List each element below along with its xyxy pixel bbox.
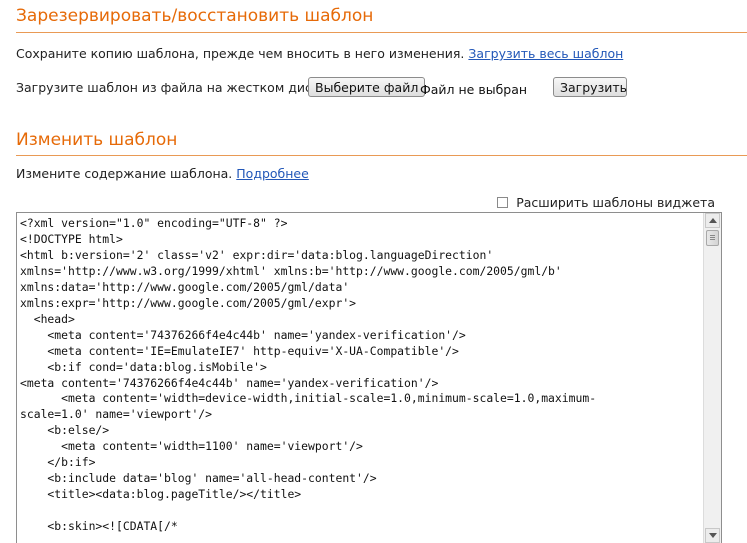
template-code-editor[interactable]: <?xml version="1.0" encoding="UTF-8" ?> … <box>16 212 722 543</box>
edit-description: Измените содержание шаблона. <box>16 166 233 181</box>
expand-widgets-checkbox[interactable] <box>497 197 509 208</box>
backup-section-title: Зарезервировать/восстановить шаблон <box>16 6 374 26</box>
backup-description: Сохраните копию шаблона, прежде чем внос… <box>16 46 465 61</box>
expand-widgets-option[interactable]: Расширить шаблоны виджета <box>497 195 715 210</box>
scroll-up-button[interactable] <box>705 213 720 228</box>
triangle-down-icon <box>709 533 717 538</box>
upload-prompt: Загрузите шаблон из файла на жестком дис… <box>16 80 332 95</box>
edit-description-row: Измените содержание шаблона. Подробнее <box>16 166 309 181</box>
edit-section-title: Изменить шаблон <box>16 130 178 150</box>
upload-button[interactable]: Загрузить <box>553 77 627 97</box>
backup-description-row: Сохраните копию шаблона, прежде чем внос… <box>16 46 623 61</box>
template-code-text[interactable]: <?xml version="1.0" encoding="UTF-8" ?> … <box>20 216 702 535</box>
expand-widgets-label[interactable]: Расширить шаблоны виджета <box>516 195 715 210</box>
scrollbar-thumb[interactable] <box>706 230 719 246</box>
more-info-link[interactable]: Подробнее <box>236 166 309 181</box>
scroll-down-button[interactable] <box>705 528 720 543</box>
no-file-chosen-text: Файл не выбран <box>420 82 528 97</box>
triangle-up-icon <box>709 218 717 223</box>
edit-section-divider <box>16 155 747 156</box>
editor-scrollbar[interactable] <box>703 213 721 543</box>
choose-file-button[interactable]: Выберите файл <box>308 77 426 97</box>
download-template-link[interactable]: Загрузить весь шаблон <box>468 46 623 61</box>
backup-section-divider <box>16 32 747 33</box>
